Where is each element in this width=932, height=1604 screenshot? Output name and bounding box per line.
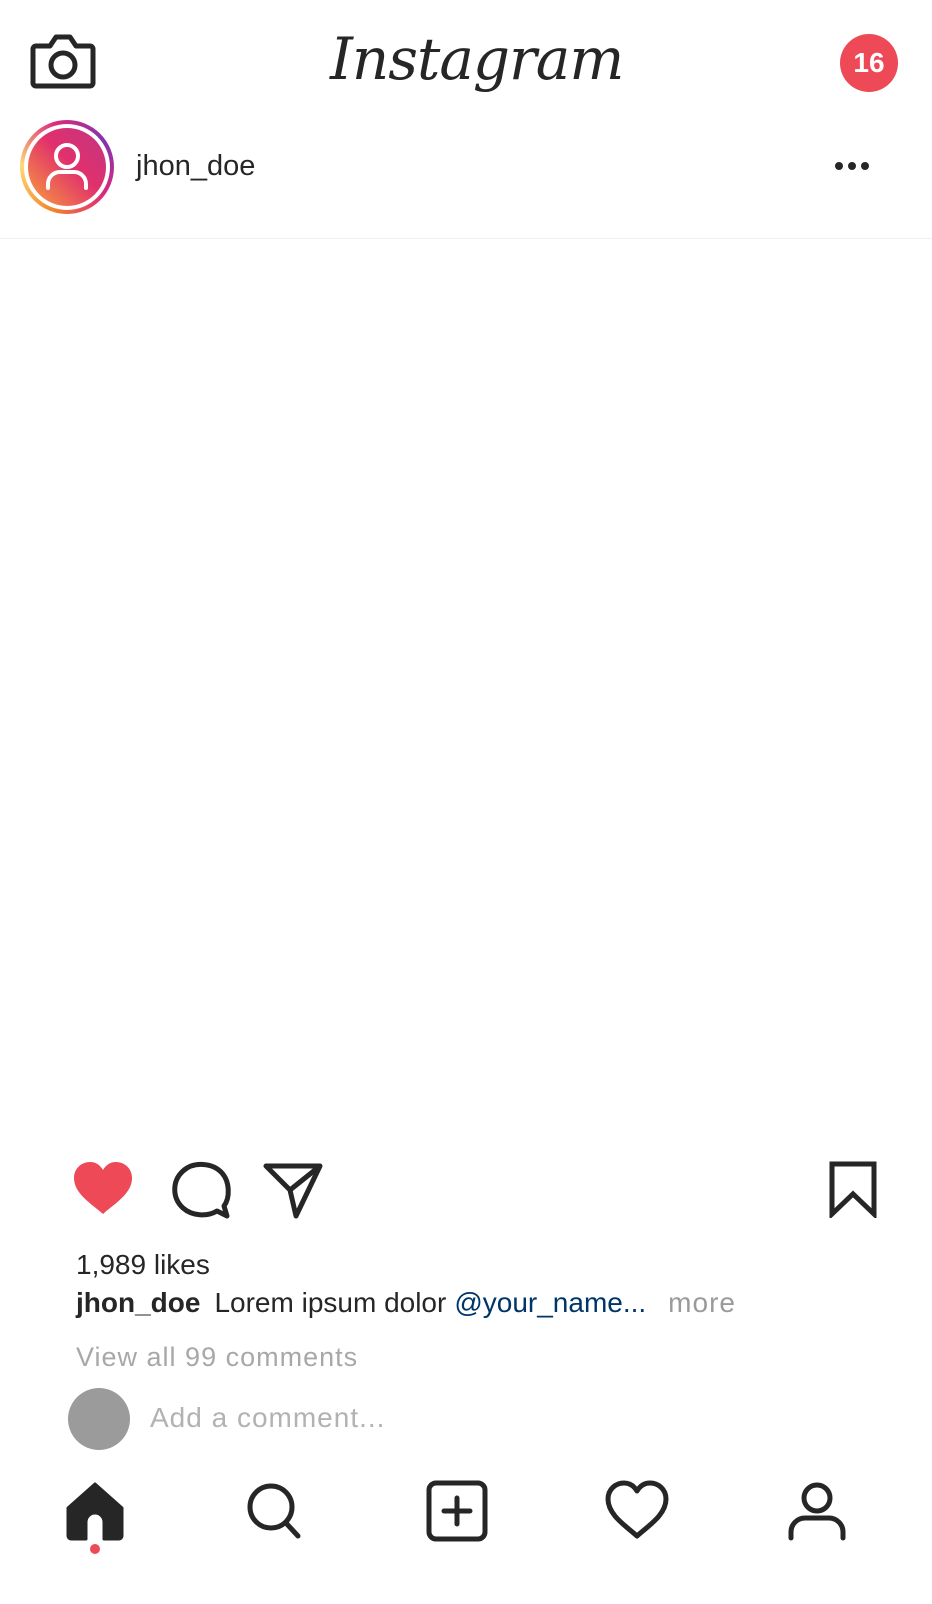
post-username[interactable]: jhon_doe <box>136 148 255 184</box>
commenter-avatar <box>68 1388 130 1450</box>
post-actions <box>0 1160 932 1224</box>
caption: jhon_doe Lorem ipsum dolor @your_name... mo… <box>76 1286 736 1320</box>
post-image[interactable] <box>0 239 932 1139</box>
heart-filled-icon[interactable] <box>72 1160 134 1221</box>
active-indicator <box>90 1544 100 1554</box>
instagram-logo: Instagram <box>330 25 624 93</box>
top-bar: Instagram 16 <box>0 0 932 120</box>
more-horizontal-icon[interactable] <box>834 156 870 176</box>
profile-icon[interactable] <box>784 1478 850 1544</box>
caption-more-link[interactable]: more <box>668 1287 736 1318</box>
view-all-comments-link[interactable]: View all 99 comments <box>76 1340 358 1374</box>
caption-text: Lorem ipsum dolor <box>214 1287 447 1318</box>
caption-username[interactable]: jhon_doe <box>76 1287 200 1318</box>
comment-icon[interactable] <box>170 1160 232 1225</box>
add-post-icon[interactable] <box>424 1478 490 1544</box>
avatar <box>28 128 106 206</box>
bottom-nav <box>0 1470 932 1604</box>
search-icon[interactable] <box>242 1478 308 1544</box>
post-header: jhon_doe <box>0 118 932 239</box>
user-icon <box>46 143 88 190</box>
heart-icon[interactable] <box>604 1478 670 1544</box>
camera-icon[interactable] <box>30 32 96 90</box>
story-ring[interactable] <box>20 120 114 214</box>
notification-badge[interactable]: 16 <box>840 34 898 92</box>
comment-input[interactable] <box>150 1398 750 1438</box>
likes-count[interactable]: 1,989 likes <box>76 1248 210 1282</box>
caption-mention[interactable]: @your_name... <box>454 1287 646 1318</box>
bookmark-icon[interactable] <box>828 1160 878 1223</box>
home-icon[interactable] <box>62 1478 128 1544</box>
send-icon[interactable] <box>262 1160 324 1225</box>
